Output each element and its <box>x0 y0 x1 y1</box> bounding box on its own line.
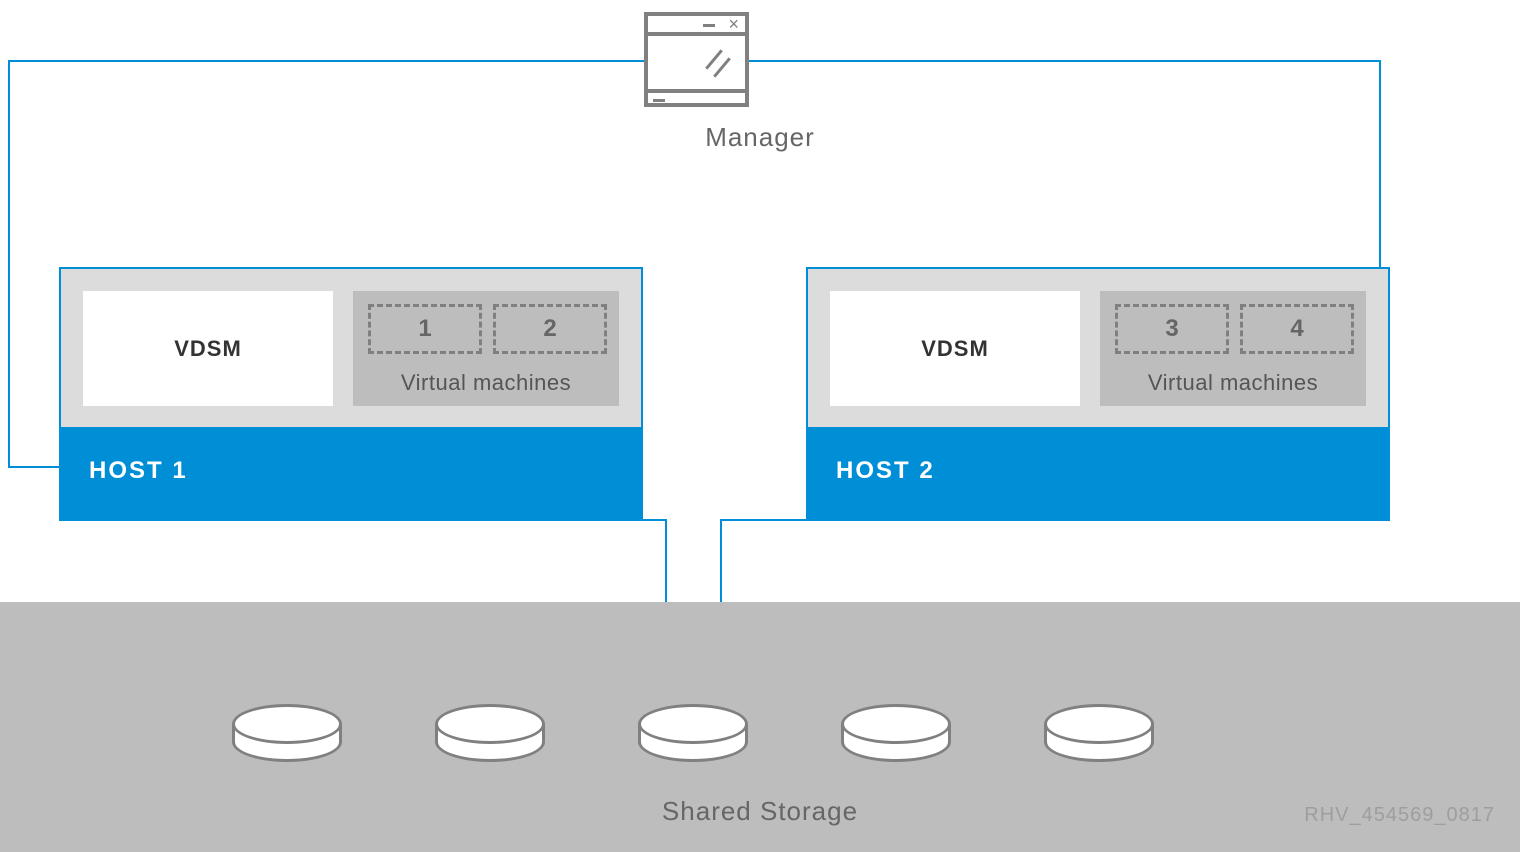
vm-slot: 2 <box>493 304 607 354</box>
link-manager-host2 <box>749 60 1381 62</box>
host-2-services: VDSM 3 4 Virtual machines <box>808 269 1388 427</box>
storage-disk-icon <box>435 704 545 762</box>
link-host2-storage <box>720 519 808 521</box>
vm-section-label: Virtual machines <box>401 370 571 396</box>
architecture-diagram: Shared Storage RHV_454569_0817 VDSM 1 2 … <box>0 0 1520 852</box>
host-2-title: HOST 2 <box>836 457 935 485</box>
storage-disk-icon <box>1044 704 1154 762</box>
vm-panel: 3 4 Virtual machines <box>1100 291 1366 406</box>
host-1-title: HOST 1 <box>89 457 188 485</box>
storage-disk-icon <box>841 704 951 762</box>
host-1: VDSM 1 2 Virtual machines HOST 1 <box>59 267 643 521</box>
vdsm-agent: VDSM <box>83 291 333 406</box>
window-close-icon: × <box>728 14 739 34</box>
shared-storage-pane: Shared Storage RHV_454569_0817 <box>0 602 1520 852</box>
vm-slot: 4 <box>1240 304 1354 354</box>
vm-slot: 1 <box>368 304 482 354</box>
link-host1-storage <box>641 519 667 521</box>
host-1-label-bar: HOST 1 <box>61 427 641 519</box>
vm-panel: 1 2 Virtual machines <box>353 291 619 406</box>
storage-disk-icon <box>232 704 342 762</box>
host-2: VDSM 3 4 Virtual machines HOST 2 <box>806 267 1390 521</box>
link-manager-host1 <box>8 60 10 468</box>
link-manager-host1 <box>8 466 61 468</box>
vm-slot: 3 <box>1115 304 1229 354</box>
storage-disk-icon <box>638 704 748 762</box>
host-1-services: VDSM 1 2 Virtual machines <box>61 269 641 427</box>
diagram-id: RHV_454569_0817 <box>1304 804 1495 827</box>
vm-section-label: Virtual machines <box>1148 370 1318 396</box>
vdsm-agent: VDSM <box>830 291 1080 406</box>
window-minimize-icon <box>703 24 715 27</box>
shared-storage-label: Shared Storage <box>662 796 858 827</box>
manager-label: Manager <box>705 122 815 153</box>
host-2-label-bar: HOST 2 <box>808 427 1388 519</box>
link-manager-host1 <box>8 60 644 62</box>
manager-window-icon: × <box>644 12 749 107</box>
